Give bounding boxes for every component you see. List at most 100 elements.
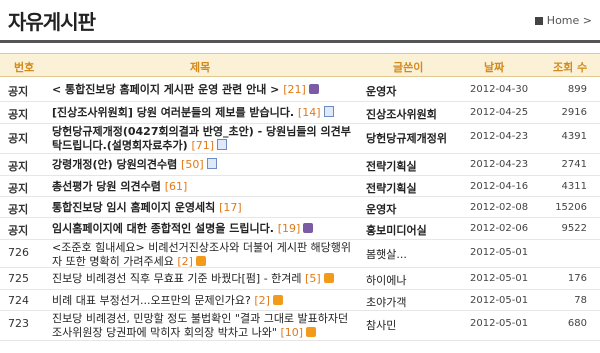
title-underline (0, 40, 600, 43)
post-date: 2012-05-01 (470, 295, 529, 306)
post-subject-text[interactable]: 강령개정(안) 당원의견수렴 (52, 158, 181, 171)
post-subject-link[interactable]: < 통합진보당 홈페이지 게시판 운영 관련 안내 > [21] (52, 83, 352, 97)
post-subject-link[interactable]: 당헌당규제개정(0427회의결과 반영_초안) - 당원님들의 의견부탁드립니다… (52, 125, 352, 153)
col-header-subject: 제목 (190, 61, 211, 74)
post-date: 2012-02-08 (470, 202, 529, 213)
post-hits: 4311 (561, 181, 587, 192)
post-writer[interactable]: 하이에나 (366, 272, 462, 288)
post-hits: 78 (574, 295, 587, 306)
post-date: 2012-04-25 (470, 107, 529, 118)
post-subject-link[interactable]: <조준호 힘내세요> 비례선거진상조사와 더불어 게시판 해당행위자 또한 명확… (52, 241, 352, 269)
post-date: 2012-05-01 (470, 273, 529, 284)
comment-count[interactable]: [19] (278, 222, 301, 235)
attachment-icon (217, 139, 228, 150)
post-subject-text[interactable]: 임시홈페이지에 대한 종합적인 설명을 드립니다. (52, 222, 278, 235)
post-subject-link[interactable]: 임시홈페이지에 대한 종합적인 설명을 드립니다. [19] (52, 222, 352, 236)
post-subject-link[interactable]: 진보당 비례경선 직후 무효표 기준 바꿨다[펌] - 한겨레 [5] (52, 272, 352, 286)
table-row: 723 진보당 비례경선, 민망할 정도 불법확인 "결과 그대로 발표하자던 조… (0, 311, 600, 341)
breadcrumb-home-link[interactable]: Home > (547, 14, 592, 27)
row-number: 725 (8, 272, 29, 285)
attachment-icon (206, 158, 217, 169)
attachment-icon (323, 106, 334, 117)
post-subject-link[interactable]: [진상조사위원회] 당원 여러분들의 제보를 받습니다. [14] (52, 106, 352, 120)
new-badge-icon (272, 295, 283, 305)
post-date: 2012-04-30 (470, 84, 529, 95)
post-subject-text[interactable]: 비례 대표 부정선거...오프만의 문제인가요? (52, 294, 254, 307)
post-date: 2012-02-06 (470, 223, 529, 234)
table-row: 공지 총선평가 당원 의견수렴 [61] 전략기획실 2012-04-16 4311 (0, 176, 600, 197)
row-number: 723 (8, 317, 29, 330)
post-subject-text[interactable]: 총선평가 당원 의견수렴 (52, 180, 165, 193)
table-row: 공지 강령개정(안) 당원의견수렴 [50] 전략기획실 2012-04-23 2741 (0, 154, 600, 176)
home-icon (534, 17, 543, 25)
post-hits: 4391 (561, 131, 587, 142)
post-writer[interactable]: 참사민 (366, 317, 462, 333)
comment-count[interactable]: [5] (305, 272, 321, 285)
comment-count[interactable]: [71] (192, 139, 215, 152)
col-header-num: 번호 (14, 61, 35, 74)
post-subject-link[interactable]: 비례 대표 부정선거...오프만의 문제인가요? [2] (52, 294, 352, 308)
table-row: 726 <조준호 힘내세요> 비례선거진상조사와 더불어 게시판 해당행위자 또한… (0, 240, 600, 268)
post-writer[interactable]: 운영자 (366, 83, 462, 99)
post-writer[interactable]: 초야가객 (366, 294, 462, 310)
row-number: 공지 (8, 108, 29, 121)
post-hits: 176 (567, 273, 587, 284)
post-subject-link[interactable]: 총선평가 당원 의견수렴 [61] (52, 180, 352, 194)
post-writer[interactable]: 전략기획실 (366, 180, 462, 196)
table-row: 공지 [진상조사위원회] 당원 여러분들의 제보를 받습니다. [14] 진상조사위… (0, 102, 600, 124)
post-writer[interactable]: 진상조사위원회 (366, 106, 462, 122)
post-writer[interactable]: 운영자 (366, 201, 462, 217)
post-subject-text[interactable]: 통합진보당 임시 홈페이지 운영세칙 (52, 201, 219, 214)
comment-count[interactable]: [21] (283, 83, 306, 96)
post-subject-text[interactable]: 진보당 비례경선, 민망할 정도 불법확인 "결과 그대로 발표하자던 조사위원… (52, 312, 348, 339)
table-row: 공지 < 통합진보당 홈페이지 게시판 운영 관련 안내 > [21] 운영자 201… (0, 79, 600, 102)
comment-count[interactable]: [50] (181, 158, 204, 171)
col-header-hits: 조회 수 (553, 61, 588, 74)
table-row: 공지 통합진보당 임시 홈페이지 운영세칙 [17] 운영자 2012-02-08 15… (0, 197, 600, 218)
row-divider (0, 340, 600, 341)
updated-badge-icon (308, 84, 319, 94)
post-writer[interactable]: 전략기획실 (366, 158, 462, 174)
table-row: 724 비례 대표 부정선거...오프만의 문제인가요? [2] 초야가객 2012-… (0, 290, 600, 311)
new-badge-icon (195, 256, 206, 266)
col-header-writer: 글쓴이 (393, 61, 424, 74)
post-subject-text[interactable]: [진상조사위원회] 당원 여러분들의 제보를 받습니다. (52, 106, 298, 119)
row-number: 공지 (8, 203, 29, 216)
post-subject-link[interactable]: 통합진보당 임시 홈페이지 운영세칙 [17] (52, 201, 352, 215)
comment-count[interactable]: [17] (219, 201, 242, 214)
comment-count[interactable]: [61] (165, 180, 188, 193)
comment-count[interactable]: [2] (254, 294, 270, 307)
row-number: 724 (8, 294, 29, 307)
post-subject-text[interactable]: 진보당 비례경선 직후 무효표 기준 바꿨다[펌] - 한겨레 (52, 272, 305, 285)
table-row: 725 진보당 비례경선 직후 무효표 기준 바꿨다[펌] - 한겨레 [5] 하이… (0, 268, 600, 290)
row-number: 공지 (8, 85, 29, 98)
row-number: 공지 (8, 182, 29, 195)
post-date: 2012-05-01 (470, 247, 529, 258)
post-hits: 899 (567, 84, 587, 95)
post-date: 2012-04-23 (470, 131, 529, 142)
post-hits: 2741 (561, 159, 587, 170)
comment-count[interactable]: [14] (298, 106, 321, 119)
post-subject-link[interactable]: 강령개정(안) 당원의견수렴 [50] (52, 158, 352, 172)
breadcrumb[interactable]: Home > (534, 14, 592, 27)
row-number: 공지 (8, 224, 29, 237)
post-hits: 9522 (561, 223, 587, 234)
row-number: 726 (8, 246, 29, 259)
post-writer[interactable]: 홍보미디어실 (366, 222, 462, 238)
new-badge-icon (306, 327, 317, 337)
table-row: 공지 임시홈페이지에 대한 종합적인 설명을 드립니다. [19] 홍보미디어실 20… (0, 218, 600, 240)
table-row: 공지 당헌당규제개정(0427회의결과 반영_초안) - 당원님들의 의견부탁드립… (0, 124, 600, 154)
updated-badge-icon (303, 223, 314, 233)
post-hits: 680 (567, 318, 587, 329)
post-subject-text[interactable]: < 통합진보당 홈페이지 게시판 운영 관련 안내 > (52, 83, 283, 96)
post-date: 2012-04-16 (470, 181, 529, 192)
comment-count[interactable]: [10] (280, 326, 303, 339)
row-number: 공지 (8, 160, 29, 173)
post-date: 2012-04-23 (470, 159, 529, 170)
post-writer[interactable]: 봄햇살... (366, 246, 462, 262)
post-writer[interactable]: 당헌당규제개정위 (366, 130, 462, 146)
row-number: 공지 (8, 132, 29, 145)
post-subject-link[interactable]: 진보당 비례경선, 민망할 정도 불법확인 "결과 그대로 발표하자던 조사위원… (52, 312, 352, 340)
table-header: 번호 제목 글쓴이 날짜 조회 수 (0, 53, 600, 77)
new-badge-icon (323, 273, 334, 283)
